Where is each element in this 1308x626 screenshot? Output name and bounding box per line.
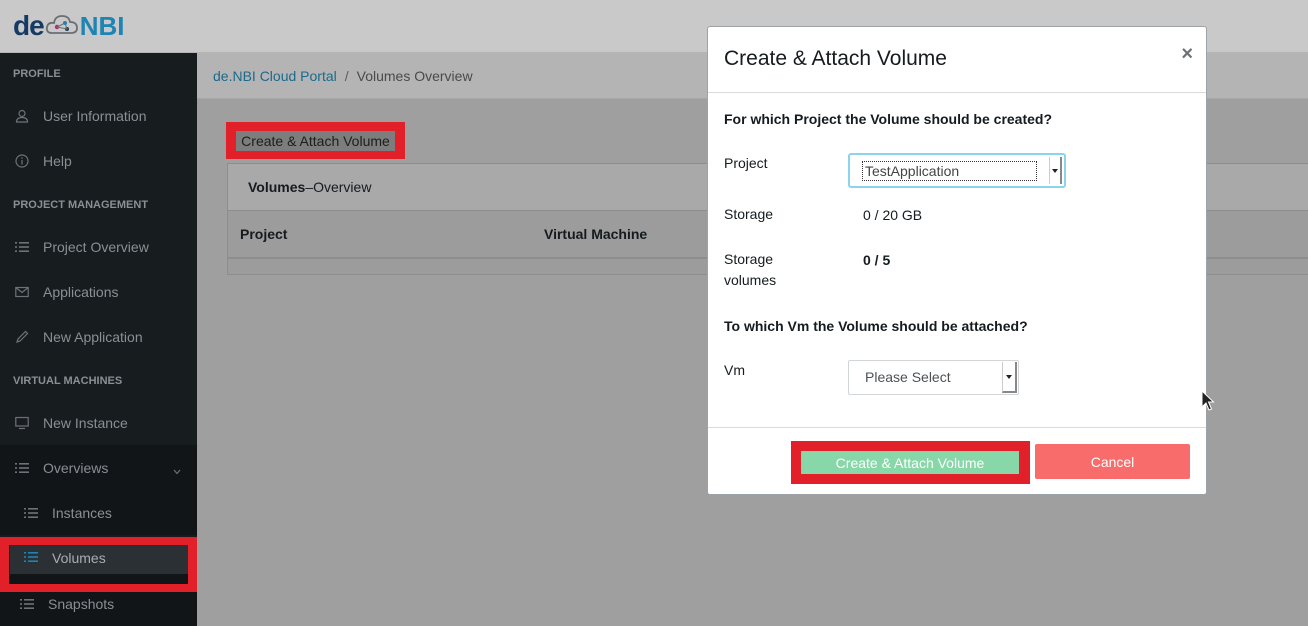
sidebar-item-label: Applications [43, 283, 119, 300]
storage-volumes-value: 0 / 5 [863, 252, 891, 268]
sidebar-item-help[interactable]: Help [0, 138, 197, 183]
envelope-icon [15, 285, 29, 299]
highlight-box-volumes [0, 537, 197, 592]
sidebar-item-label: New Instance [43, 414, 128, 431]
denbi-logo[interactable]: de NBI [13, 8, 124, 44]
submit-create-attach-button[interactable]: Create & Attach Volume [801, 451, 1019, 474]
vm-select-placeholder: Please Select [865, 369, 951, 385]
sidebar-item-new-instance[interactable]: New Instance [0, 400, 197, 445]
cloud-icon [45, 13, 79, 40]
modal-title: Create & Attach Volume [724, 47, 947, 70]
breadcrumb-current: Volumes Overview [356, 67, 473, 84]
column-header-project: Project [240, 226, 288, 242]
pencil-icon [15, 330, 29, 344]
modal-footer-divider [708, 427, 1206, 428]
sidebar-section-project-management: PROJECT MANAGEMENT [13, 199, 149, 211]
sidebar-section-profile: PROFILE [13, 68, 61, 80]
sidebar-item-label: Instances [52, 504, 112, 521]
create-attach-volume-button[interactable]: Create & Attach Volume [236, 131, 395, 151]
storage-volumes-label-line2: volumes [724, 272, 777, 288]
chevron-down-icon [1002, 362, 1017, 393]
sidebar-item-label: Snapshots [48, 595, 115, 612]
sidebar-item-label: Project Overview [43, 238, 149, 255]
sidebar-item-label: User Information [43, 107, 147, 124]
column-header-virtual-machine: Virtual Machine [544, 226, 648, 242]
storage-label: Storage [724, 206, 774, 222]
sidebar-item-label: New Application [43, 328, 143, 345]
sidebar-item-instances[interactable]: Instances [0, 490, 197, 535]
monitor-icon [15, 416, 29, 430]
project-select[interactable]: TestApplication [848, 153, 1066, 188]
modal-header: Create & Attach Volume × [708, 27, 1206, 93]
vm-label: Vm [724, 362, 745, 378]
breadcrumb-separator: / [344, 67, 349, 84]
chevron-down-icon [173, 462, 181, 478]
vm-select[interactable]: Please Select [848, 360, 1019, 395]
info-icon [15, 153, 29, 168]
sidebar-section-virtual-machines: VIRTUAL MACHINES [13, 375, 123, 387]
sidebar-item-applications[interactable]: Applications [0, 269, 197, 314]
create-volume-modal: Create & Attach Volume × For which Proje… [707, 26, 1207, 495]
list-icon [15, 240, 29, 254]
card-title-rest: –Overview [305, 179, 372, 195]
logo-text-nbi: NBI [79, 10, 125, 41]
close-icon[interactable]: × [1181, 43, 1193, 66]
project-label: Project [724, 155, 768, 171]
sidebar-item-new-application[interactable]: New Application [0, 314, 197, 359]
storage-value: 0 / 20 GB [863, 207, 923, 223]
project-select-value: TestApplication [862, 161, 1037, 181]
project-question: For which Project the Volume should be c… [724, 111, 1053, 127]
mouse-cursor-icon [1201, 389, 1215, 415]
cancel-button[interactable]: Cancel [1035, 444, 1190, 479]
list-icon [20, 597, 34, 611]
storage-volumes-label-line1: Storage [724, 251, 774, 267]
storage-volumes-label: Storage volumes [724, 249, 776, 291]
breadcrumb-home-link[interactable]: de.NBI Cloud Portal [213, 68, 337, 84]
vm-question: To which Vm the Volume should be attache… [724, 318, 1028, 334]
logo-text-de: de [13, 10, 45, 41]
sidebar-item-label: Overviews [43, 459, 109, 476]
user-icon [15, 109, 29, 123]
list-icon [24, 506, 38, 520]
sidebar-item-label: Help [43, 152, 72, 169]
sidebar-item-project-overview[interactable]: Project Overview [0, 224, 197, 269]
chevron-down-icon [1049, 157, 1062, 184]
card-title-bold: Volumes [248, 179, 306, 195]
sidebar-item-user-information[interactable]: User Information [0, 93, 197, 138]
list-icon [15, 461, 29, 475]
sidebar-item-overviews[interactable]: Overviews [0, 445, 197, 490]
